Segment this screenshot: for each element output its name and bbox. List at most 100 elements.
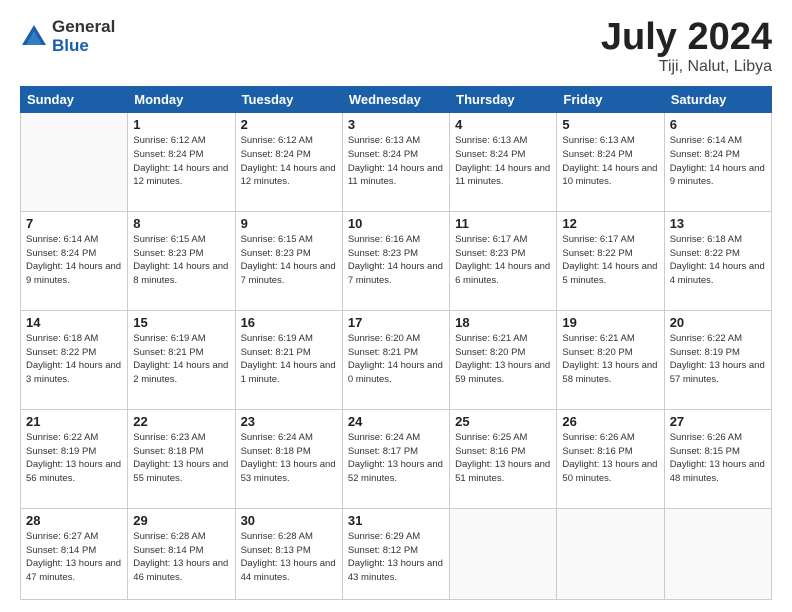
day-info: Sunrise: 6:21 AM Sunset: 8:20 PM Dayligh… bbox=[455, 332, 551, 387]
table-row: 27 Sunrise: 6:26 AM Sunset: 8:15 PM Dayli… bbox=[664, 409, 771, 508]
day-number: 12 bbox=[562, 216, 658, 231]
day-info: Sunrise: 6:27 AM Sunset: 8:14 PM Dayligh… bbox=[26, 530, 122, 585]
day-number: 19 bbox=[562, 315, 658, 330]
logo-text: General Blue bbox=[52, 18, 115, 55]
table-row: 3Sunrise: 6:13 AM Sunset: 8:24 PM Daylig… bbox=[342, 113, 449, 212]
day-info: Sunrise: 6:25 AM Sunset: 8:16 PM Dayligh… bbox=[455, 431, 551, 486]
day-number: 8 bbox=[133, 216, 229, 231]
day-number: 9 bbox=[241, 216, 337, 231]
day-info: Sunrise: 6:18 AM Sunset: 8:22 PM Dayligh… bbox=[26, 332, 122, 387]
col-wednesday: Wednesday bbox=[342, 87, 449, 113]
col-saturday: Saturday bbox=[664, 87, 771, 113]
table-row: 30 Sunrise: 6:28 AM Sunset: 8:13 PM Dayli… bbox=[235, 508, 342, 599]
table-row: 5 Sunrise: 6:13 AM Sunset: 8:24 PM Daylig… bbox=[557, 113, 664, 212]
day-info: Sunrise: 6:20 AM Sunset: 8:21 PM Dayligh… bbox=[348, 332, 444, 387]
day-number: 5 bbox=[562, 117, 658, 132]
table-row: 28 Sunrise: 6:27 AM Sunset: 8:14 PM Dayli… bbox=[21, 508, 128, 599]
logo: General Blue bbox=[20, 18, 115, 55]
day-number: 13 bbox=[670, 216, 766, 231]
day-number: 11 bbox=[455, 216, 551, 231]
day-number: 16 bbox=[241, 315, 337, 330]
day-info: Sunrise: 6:24 AM Sunset: 8:18 PM Dayligh… bbox=[241, 431, 337, 486]
table-row: 26 Sunrise: 6:26 AM Sunset: 8:16 PM Dayli… bbox=[557, 409, 664, 508]
day-number: 24 bbox=[348, 414, 444, 429]
day-info: Sunrise: 6:16 AM Sunset: 8:23 PM Dayligh… bbox=[348, 233, 444, 288]
table-row: 23 Sunrise: 6:24 AM Sunset: 8:18 PM Dayli… bbox=[235, 409, 342, 508]
day-info: Sunrise: 6:13 AM Sunset: 8:24 PM Dayligh… bbox=[455, 134, 551, 189]
day-number: 31 bbox=[348, 513, 444, 528]
day-info: Sunrise: 6:21 AM Sunset: 8:20 PM Dayligh… bbox=[562, 332, 658, 387]
calendar-header-row: Sunday Monday Tuesday Wednesday Thursday… bbox=[21, 87, 772, 113]
table-row: 16 Sunrise: 6:19 AM Sunset: 8:21 PM Dayli… bbox=[235, 310, 342, 409]
day-number: 6 bbox=[670, 117, 766, 132]
day-info: Sunrise: 6:23 AM Sunset: 8:18 PM Dayligh… bbox=[133, 431, 229, 486]
logo-general-text: General bbox=[52, 18, 115, 37]
day-number: 1 bbox=[133, 117, 229, 132]
day-info: Sunrise: 6:26 AM Sunset: 8:15 PM Dayligh… bbox=[670, 431, 766, 486]
table-row: 14 Sunrise: 6:18 AM Sunset: 8:22 PM Dayli… bbox=[21, 310, 128, 409]
table-row: 6 Sunrise: 6:14 AM Sunset: 8:24 PM Daylig… bbox=[664, 113, 771, 212]
day-info: Sunrise: 6:12 AM Sunset: 8:24 PM Dayligh… bbox=[241, 134, 337, 189]
table-row bbox=[664, 508, 771, 599]
day-number: 7 bbox=[26, 216, 122, 231]
table-row: 31 Sunrise: 6:29 AM Sunset: 8:12 PM Dayli… bbox=[342, 508, 449, 599]
day-info: Sunrise: 6:28 AM Sunset: 8:13 PM Dayligh… bbox=[241, 530, 337, 585]
day-number: 3 bbox=[348, 117, 444, 132]
day-info: Sunrise: 6:14 AM Sunset: 8:24 PM Dayligh… bbox=[670, 134, 766, 189]
table-row: 11 Sunrise: 6:17 AM Sunset: 8:23 PM Dayli… bbox=[450, 211, 557, 310]
col-thursday: Thursday bbox=[450, 87, 557, 113]
table-row: 24Sunrise: 6:24 AM Sunset: 8:17 PM Dayli… bbox=[342, 409, 449, 508]
title-location: Tiji, Nalut, Libya bbox=[601, 58, 772, 76]
day-number: 27 bbox=[670, 414, 766, 429]
day-number: 30 bbox=[241, 513, 337, 528]
day-number: 14 bbox=[26, 315, 122, 330]
day-number: 10 bbox=[348, 216, 444, 231]
logo-blue-text: Blue bbox=[52, 37, 115, 56]
table-row: 21Sunrise: 6:22 AM Sunset: 8:19 PM Dayli… bbox=[21, 409, 128, 508]
day-info: Sunrise: 6:15 AM Sunset: 8:23 PM Dayligh… bbox=[133, 233, 229, 288]
day-info: Sunrise: 6:17 AM Sunset: 8:23 PM Dayligh… bbox=[455, 233, 551, 288]
table-row: 2 Sunrise: 6:12 AM Sunset: 8:24 PM Daylig… bbox=[235, 113, 342, 212]
table-row: 20Sunrise: 6:22 AM Sunset: 8:19 PM Dayli… bbox=[664, 310, 771, 409]
day-number: 23 bbox=[241, 414, 337, 429]
day-number: 28 bbox=[26, 513, 122, 528]
table-row: 1 Sunrise: 6:12 AM Sunset: 8:24 PM Daylig… bbox=[128, 113, 235, 212]
table-row: 17 Sunrise: 6:20 AM Sunset: 8:21 PM Dayli… bbox=[342, 310, 449, 409]
day-info: Sunrise: 6:19 AM Sunset: 8:21 PM Dayligh… bbox=[241, 332, 337, 387]
page: General Blue July 2024 Tiji, Nalut, Liby… bbox=[0, 0, 792, 612]
day-info: Sunrise: 6:14 AM Sunset: 8:24 PM Dayligh… bbox=[26, 233, 122, 288]
day-info: Sunrise: 6:28 AM Sunset: 8:14 PM Dayligh… bbox=[133, 530, 229, 585]
day-number: 22 bbox=[133, 414, 229, 429]
col-tuesday: Tuesday bbox=[235, 87, 342, 113]
table-row: 9 Sunrise: 6:15 AM Sunset: 8:23 PM Daylig… bbox=[235, 211, 342, 310]
day-number: 17 bbox=[348, 315, 444, 330]
table-row: 22 Sunrise: 6:23 AM Sunset: 8:18 PM Dayli… bbox=[128, 409, 235, 508]
table-row: 7 Sunrise: 6:14 AM Sunset: 8:24 PM Daylig… bbox=[21, 211, 128, 310]
col-sunday: Sunday bbox=[21, 87, 128, 113]
table-row: 12 Sunrise: 6:17 AM Sunset: 8:22 PM Dayli… bbox=[557, 211, 664, 310]
day-info: Sunrise: 6:12 AM Sunset: 8:24 PM Dayligh… bbox=[133, 134, 229, 189]
day-info: Sunrise: 6:18 AM Sunset: 8:22 PM Dayligh… bbox=[670, 233, 766, 288]
col-friday: Friday bbox=[557, 87, 664, 113]
day-info: Sunrise: 6:15 AM Sunset: 8:23 PM Dayligh… bbox=[241, 233, 337, 288]
table-row: 29 Sunrise: 6:28 AM Sunset: 8:14 PM Dayli… bbox=[128, 508, 235, 599]
day-info: Sunrise: 6:13 AM Sunset: 8:24 PM Dayligh… bbox=[562, 134, 658, 189]
table-row: 10 Sunrise: 6:16 AM Sunset: 8:23 PM Dayli… bbox=[342, 211, 449, 310]
day-number: 29 bbox=[133, 513, 229, 528]
table-row bbox=[450, 508, 557, 599]
day-number: 2 bbox=[241, 117, 337, 132]
table-row: 15Sunrise: 6:19 AM Sunset: 8:21 PM Dayli… bbox=[128, 310, 235, 409]
day-number: 4 bbox=[455, 117, 551, 132]
table-row: 13 Sunrise: 6:18 AM Sunset: 8:22 PM Dayli… bbox=[664, 211, 771, 310]
day-number: 26 bbox=[562, 414, 658, 429]
table-row: 8 Sunrise: 6:15 AM Sunset: 8:23 PM Daylig… bbox=[128, 211, 235, 310]
col-monday: Monday bbox=[128, 87, 235, 113]
table-row: 25Sunrise: 6:25 AM Sunset: 8:16 PM Dayli… bbox=[450, 409, 557, 508]
day-info: Sunrise: 6:17 AM Sunset: 8:22 PM Dayligh… bbox=[562, 233, 658, 288]
day-number: 21 bbox=[26, 414, 122, 429]
day-info: Sunrise: 6:26 AM Sunset: 8:16 PM Dayligh… bbox=[562, 431, 658, 486]
logo-icon bbox=[20, 23, 48, 51]
calendar-table: Sunday Monday Tuesday Wednesday Thursday… bbox=[20, 86, 772, 600]
day-info: Sunrise: 6:29 AM Sunset: 8:12 PM Dayligh… bbox=[348, 530, 444, 585]
day-number: 18 bbox=[455, 315, 551, 330]
